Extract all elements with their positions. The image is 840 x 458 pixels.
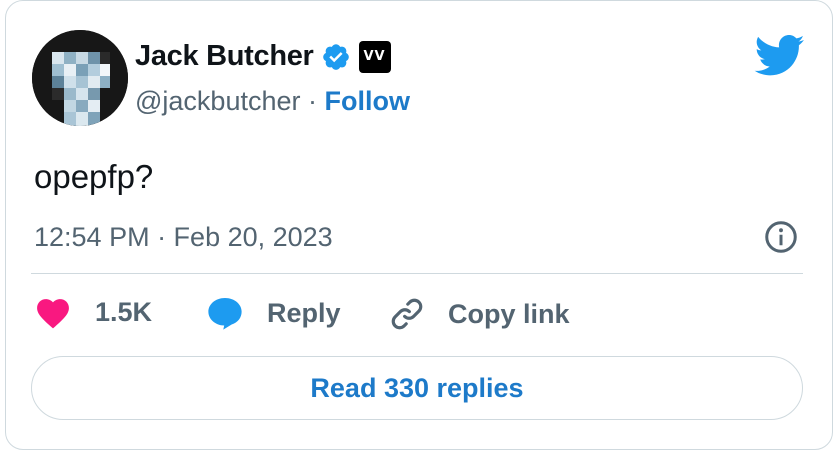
affiliate-badge-text: VV xyxy=(363,49,386,64)
avatar-image xyxy=(32,30,128,126)
read-replies-button[interactable]: Read 330 replies xyxy=(31,356,803,420)
like-action[interactable]: 1.5K xyxy=(34,295,152,329)
author-handle[interactable]: @jackbutcher xyxy=(135,86,300,116)
link-icon xyxy=(391,298,423,330)
like-count: 1.5K xyxy=(95,296,153,327)
reply-label: Reply xyxy=(267,297,341,328)
tweet-timestamp[interactable]: 12:54 PM · Feb 20, 2023 xyxy=(34,222,333,253)
divider xyxy=(31,273,803,274)
info-icon[interactable] xyxy=(763,219,799,255)
tweet-text: opepfp? xyxy=(34,158,154,195)
heart-icon xyxy=(37,299,69,329)
reply-bubble-icon xyxy=(208,297,242,330)
reply-action[interactable]: Reply xyxy=(206,295,341,331)
copy-link-label: Copy link xyxy=(448,298,570,329)
avatar[interactable] xyxy=(32,30,128,126)
author-name-row: Jack Butcher VV xyxy=(135,40,391,73)
twitter-bird-icon[interactable] xyxy=(754,35,806,77)
follow-link[interactable]: Follow xyxy=(325,86,410,116)
verified-badge-icon xyxy=(322,43,349,70)
affiliate-badge[interactable]: VV xyxy=(358,40,391,73)
separator-dot: · xyxy=(308,86,325,116)
handle-row: @jackbutcher · Follow xyxy=(135,86,410,117)
copy-link-action[interactable]: Copy link xyxy=(388,295,570,333)
read-replies-label: Read 330 replies xyxy=(310,372,524,403)
tweet-card: Jack Butcher VV @jackbutcher · Follow op… xyxy=(5,0,833,450)
author-name[interactable]: Jack Butcher xyxy=(135,40,314,73)
